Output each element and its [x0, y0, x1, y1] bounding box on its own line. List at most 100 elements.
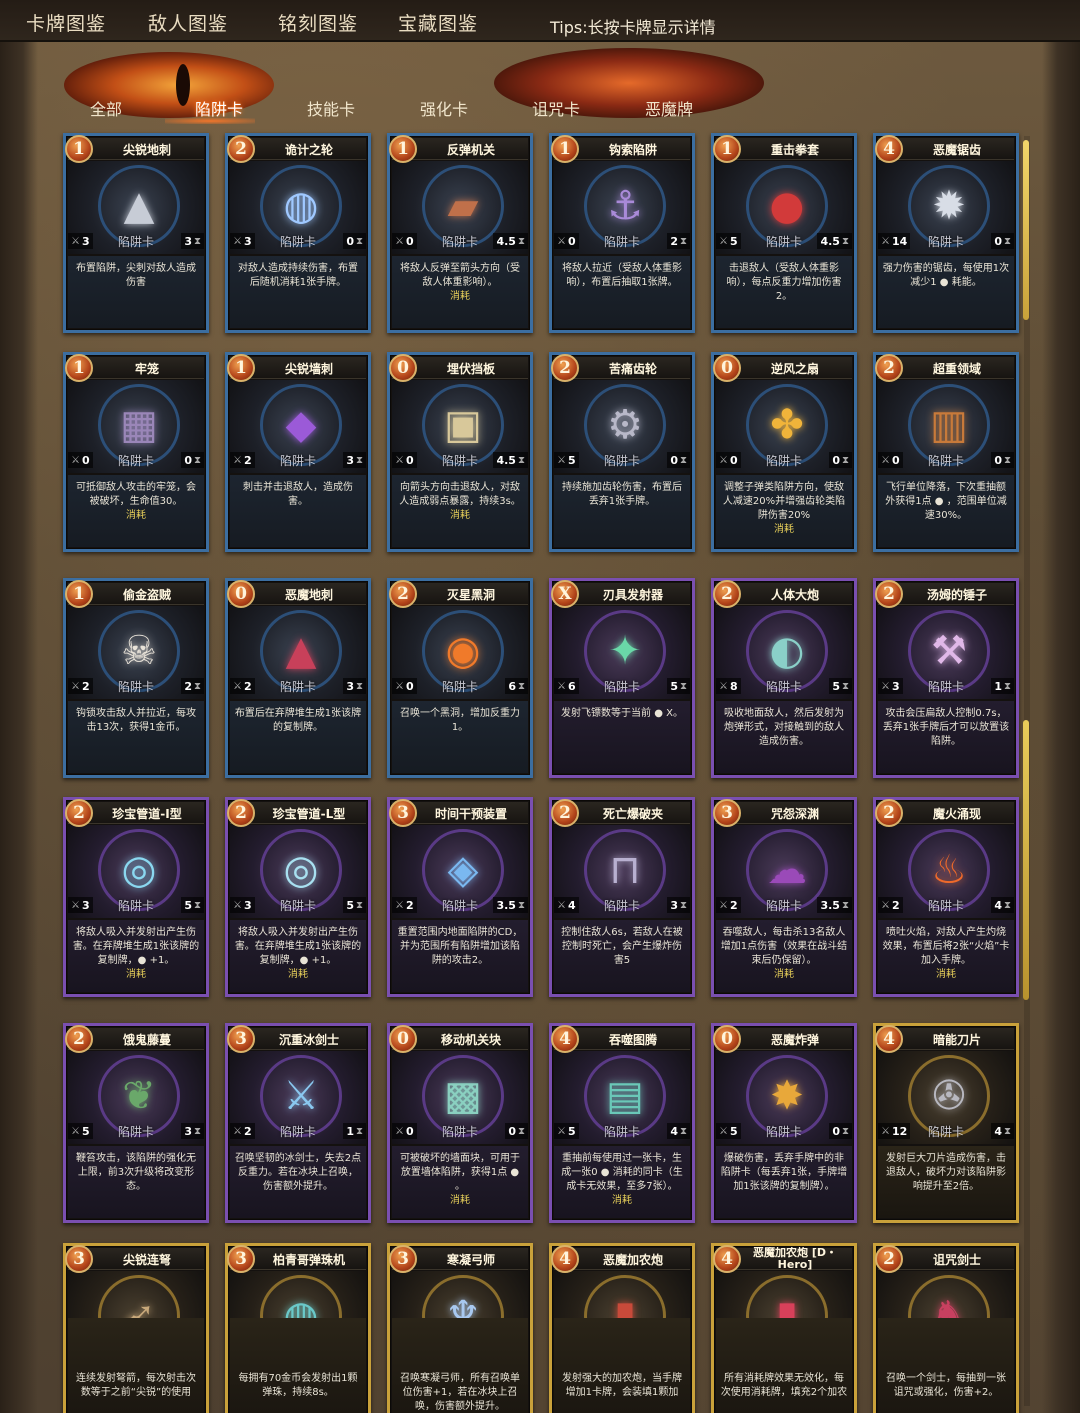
card-stat-left: ⚔ 0: [716, 452, 741, 468]
trap-card[interactable]: 1 牢笼 ▦ 陷阱卡 ⚔ 0 0 ⧗ 可抵御敌人攻击的牢笼，会被破坏，生命值30。 消耗: [63, 352, 209, 552]
trap-card[interactable]: X 刃具发射器 ✦ 陷阱卡 ⚔ 6 5 ⧗ 发射飞镖数等于当前 ● X。: [549, 578, 695, 778]
trap-card[interactable]: 1 尖锐地刺 ▲ 陷阱卡 ⚔ 3 3 ⧗ 布置陷阱，尖刺对敌人造成伤害: [63, 133, 209, 333]
card-description: 吸收地面敌人，然后发射为炮弹形式，对接触到的敌人造成伤害。: [720, 707, 848, 749]
trap-card[interactable]: 4 暗能刀片 ✇ 陷阱卡 ⚔ 12 4 ⧗ 发射巨大刀片造成伤害，击退敌人，破坏力对该陷阱影响提…: [873, 1023, 1019, 1223]
card-stat-right: 0 ⧗: [991, 233, 1014, 249]
trap-card[interactable]: 2 诡计之轮 ◍ 陷阱卡 ⚔ 3 0 ⧗ 对敌人造成持续伤害，布置后随机消耗1张手牌。: [225, 133, 371, 333]
card-stat-right: 0 ⧗: [181, 452, 204, 468]
card-stat-right: 0 ⧗: [667, 452, 690, 468]
hourglass-icon: ⧗: [841, 899, 849, 911]
stat-value: 1: [994, 679, 1002, 693]
trap-card[interactable]: 2 苦痛齿轮 ⚙ 陷阱卡 ⚔ 5 0 ⧗ 持续施加齿轮伤害，布置后丢弃1张手牌。: [549, 352, 695, 552]
trap-card[interactable]: 3尖锐连弩➹陷阱卡⚔45⧗连续发射弩箭，每次射击次数等于之前“尖锐”的使用: [63, 1243, 209, 1413]
hourglass-icon: ⧗: [1003, 899, 1011, 911]
description-text: 刺击并击退敌人，造成伤害。: [243, 482, 353, 507]
bomb-icon: ✸: [770, 1073, 804, 1119]
card-name: 沉重冰剑士: [278, 1033, 339, 1047]
card-description: 召唤一个剑士，每抽到一张诅咒或强化，伤害+2。: [882, 1372, 1010, 1400]
trap-card[interactable]: 0 恶魔炸弹 ✸ 陷阱卡 ⚔ 5 0 ⧗ 爆破伤害，丢弃手牌中的非陷阱卡（每丢弃1张，手牌增加1…: [711, 1023, 857, 1223]
card-name: 反弹机关: [446, 143, 495, 157]
trap-card[interactable]: 3 咒怨深渊 ☁ 陷阱卡 ⚔ 2 3.5 ⧗ 吞噬敌人，每击杀13名敌人增加1点伤害（效果在战斗…: [711, 797, 857, 997]
card-stat-right: 1⧗: [343, 1123, 366, 1139]
trap-card[interactable]: 4 恶魔锯齿 ✹ 陷阱卡 ⚔ 14 0 ⧗ 强力伤害的锯齿，每使用1次减少1 ● 耗能。: [873, 133, 1019, 333]
card-stat-right: 3.5 ⧗: [817, 897, 852, 913]
trap-card[interactable]: 2诅咒剑士♞陷阱卡⚔21⧗召唤一个剑士，每抽到一张诅咒或强化，伤害+2。: [873, 1243, 1019, 1413]
description-text: 布置陷阱，尖刺对敌人造成伤害: [76, 263, 196, 288]
description-text: 吸收地面敌人，然后发射为炮弹形式，对接触到的敌人造成伤害。: [724, 708, 844, 747]
trap-card[interactable]: 3寒凝弓师♆陷阱卡⚔83⧗召唤寒凝弓师，所有召唤单位伤害+1，若在冰块上召唤，伤…: [387, 1243, 533, 1413]
card-description: 控制住敌人6s，若敌人在被控制时死亡，会产生爆炸伤害5: [558, 926, 686, 968]
card-stat-left: ⚔ 0: [554, 233, 579, 249]
card-description: 将敌人反弹至箭头方向（受敌人体重影响）。 消耗: [396, 262, 524, 304]
description-text: 召唤一个剑士，每抽到一张诅咒或强化，伤害+2。: [886, 1373, 1006, 1398]
hourglass-icon: ⧗: [841, 454, 849, 466]
card-cost-badge: 0: [227, 580, 255, 608]
description-text: 向箭头方向击退敌人，对敌人造成弱点暴露，持续3s。: [399, 482, 521, 507]
card-stat-right: 4.5 ⧗: [493, 233, 528, 249]
trap-card[interactable]: 0 移动机关块 ▩ 陷阱卡 ⚔ 0 0 ⧗ 可被破坏的墙面块，可用于放置墙体陷阱，获得1点 ● …: [387, 1023, 533, 1223]
trap-card[interactable]: 3 沉重冰剑士 ⚔ 陷阱卡 ⚔ 2 1 ⧗ 召唤坚韧的冰剑士，失去2点反重力。若在冰块上召唤，伤…: [225, 1023, 371, 1223]
stat-value: 0: [405, 679, 414, 693]
trap-card[interactable]: 2 珍宝管道-I型 ◎ 陷阱卡 ⚔ 3 5 ⧗ 将敌人吸入并发射出产生伤害。在弃牌堆生成1张该牌…: [63, 797, 209, 997]
trap-card[interactable]: 2 饿鬼藤蔓 ❦ 陷阱卡 ⚔ 5 3 ⧗ 鞭笞攻击，该陷阱的强化无上限，前3次升级将改变形态。: [63, 1023, 209, 1223]
ice-swordsman-icon: ⚔: [283, 1073, 319, 1119]
trap-card[interactable]: 2 超重领域 ▥ 陷阱卡 ⚔ 0 0 ⧗ 飞行单位降落，下次重抽额外获得1点 ● ，范围单位减速…: [873, 352, 1019, 552]
trap-card[interactable]: 0 埋伏挡板 ▣ 陷阱卡 ⚔ 0 4.5 ⧗ 向箭头方向击退敌人，对敌人造成弱点暴露，持续3s。…: [387, 352, 533, 552]
trap-card[interactable]: 1 重击拳套 ● 陷阱卡 ⚔ 5 4.5 ⧗ 击退敌人（受敌人体重影响），每点反重力增加伤害2。: [711, 133, 857, 333]
card-stat-left: ⚔ 3: [230, 233, 255, 249]
card-stat-left: ⚔5: [716, 1123, 741, 1139]
card-description: 重置范围内地面陷阱的CD，并为范围所有陷阱增加该陷阱的攻击2。: [396, 926, 524, 968]
stat-value: 14: [891, 234, 908, 248]
trap-card[interactable]: 2 人体大炮 ◐ 陷阱卡 ⚔ 8 5 ⧗ 吸收地面敌人，然后发射为炮弹形式，对接触到的敌人造成伤…: [711, 578, 857, 778]
card-art: ▩ 陷阱卡 ⚔ 0 0 ⧗: [392, 1051, 528, 1144]
trap-card[interactable]: 1 偷金盗贼 ☠ 陷阱卡 ⚔ 2 2 ⧗ 钩锁攻击敌人并拉近，每攻击13次，获得1金币。: [63, 578, 209, 778]
card-stat-left: ⚔ 0: [392, 678, 417, 694]
trap-card[interactable]: 4恶魔加农炮▮陷阱卡⚔71⧗发射强大的加农炮，当手牌增加1卡牌，会装填1颗加: [549, 1243, 695, 1413]
card-cost-badge: 4: [551, 1245, 579, 1273]
trap-card[interactable]: 2 灭星黑洞 ◉ 陷阱卡 ⚔ 0 6 ⧗ 召唤一个黑洞，增加反重力1。: [387, 578, 533, 778]
hourglass-icon: ⧗: [355, 235, 363, 247]
card-stat-right: 2 ⧗: [181, 678, 204, 694]
card-stat-right: 0 ⧗: [829, 1123, 852, 1139]
description-text: 可被破坏的墙面块，可用于放置墙体陷阱，获得1点 ● 。: [400, 1153, 520, 1192]
stat-value: 0: [405, 453, 414, 467]
card-stat-right: 3⧗: [343, 452, 366, 468]
card-stat-left: ⚔ 0: [68, 452, 93, 468]
hourglass-icon: ⧗: [193, 235, 201, 247]
trap-card[interactable]: 3 时间干预装置 ◈ 陷阱卡 ⚔ 2 3.5 ⧗ 重置范围内地面陷阱的CD，并为范围所有陷阱增加…: [387, 797, 533, 997]
trap-card[interactable]: 0 恶魔地刺 ▲ 陷阱卡 ⚔ 2 3 ⧗ 布置后在弃牌堆生成1张该牌的复制牌。: [225, 578, 371, 778]
trap-card[interactable]: 2 汤姆的锤子 ⚒ 陷阱卡 ⚔ 3 1 ⧗ 攻击会压扁敌人控制0.7s，丢弃1张手牌后才可以放置…: [873, 578, 1019, 778]
description-text: 吞噬敌人，每击杀13名敌人增加1点伤害（效果在战斗结束后仍保留）。: [720, 927, 848, 966]
description-text: 可抵御敌人攻击的牢笼，会被破坏，生命值30。: [76, 482, 196, 507]
stat-value: 4: [994, 1124, 1002, 1138]
trap-card[interactable]: 1 尖锐墙刺 ◆ 陷阱卡 ⚔ 2 3 ⧗ 刺击并击退敌人，造成伤害。: [225, 352, 371, 552]
trap-card[interactable]: 2 死亡爆破夹 ⊓ 陷阱卡 ⚔ 4 3 ⧗ 控制住敌人6s，若敌人在被控制时死亡，会产生爆炸伤害…: [549, 797, 695, 997]
stat-value: 2: [243, 679, 252, 693]
stat-value: 0: [405, 1124, 414, 1138]
stat-value: 2: [891, 898, 900, 912]
hourglass-icon: ⧗: [841, 680, 849, 692]
card-cost-badge: 1: [713, 135, 741, 163]
stat-value: 3: [81, 234, 90, 248]
trap-card[interactable]: 3柏青哥弹珠机◍陷阱卡⚔56⧗每拥有70金币会发射出1颗弹珠，持续8s。: [225, 1243, 371, 1413]
stat-value: 2: [184, 679, 192, 693]
wall-spike-icon: ◆: [285, 402, 317, 448]
trap-card[interactable]: 1 反弹机关 ▰ 陷阱卡 ⚔ 0 4.5 ⧗ 将敌人反弹至箭头方向（受敌人体重影响）。 消耗: [387, 133, 533, 333]
consume-tag: 消耗: [288, 969, 308, 980]
description-text: 将敌人吸入并发射出产生伤害。在弃牌堆生成1张该牌的复制牌，● +1。: [234, 927, 362, 966]
trap-card[interactable]: 2 珍宝管道-L型 ◎ 陷阱卡 ⚔ 3 5 ⧗ 将敌人吸入并发射出产生伤害。在弃牌堆生成1张该牌…: [225, 797, 371, 997]
description-text: 爆破伤害，丢弃手牌中的非陷阱卡（每丢弃1张，手牌增加1张该牌的复制牌）。: [720, 1153, 848, 1192]
trap-card[interactable]: 4 吞噬图腾 ▤ 陷阱卡 ⚔ 5 4 ⧗ 重抽前每使用过一张卡，生成一张0 ● 消耗的同卡（生成…: [549, 1023, 695, 1223]
pipe-i-icon: ◎: [121, 847, 157, 893]
trap-card[interactable]: 4恶魔加农炮 [D・Hero]▮陷阱卡⚔71⧗所有消耗牌效果无效化，每次使用消耗…: [711, 1243, 857, 1413]
gear-saw-icon: ⚙: [607, 402, 643, 448]
trap-card[interactable]: 1 钩索陷阱 ⚓ 陷阱卡 ⚔ 0 2 ⧗ 将敌人拉近（受敌人体重影响），布置后抽取1张牌。: [549, 133, 695, 333]
card-cost-badge: 0: [713, 354, 741, 382]
hourglass-icon: ⧗: [841, 235, 849, 247]
card-description: 召唤一个黑洞，增加反重力1。: [396, 707, 524, 735]
trap-card[interactable]: 2 魔火涌现 ♨ 陷阱卡 ⚔ 2 4 ⧗ 喷吐火焰，对敌人产生灼烧效果，布置后将2张“火焰”卡加…: [873, 797, 1019, 997]
card-cost-badge: 0: [389, 1025, 417, 1053]
trap-card[interactable]: 0 逆风之扇 ✤ 陷阱卡 ⚔ 0 0 ⧗ 调整子弹类陷阱方向，使敌人减速20%并增强齿轮类陷阱伤…: [711, 352, 857, 552]
description-text: 召唤一个黑洞，增加反重力1。: [400, 708, 520, 733]
hourglass-icon: ⧗: [355, 454, 363, 466]
